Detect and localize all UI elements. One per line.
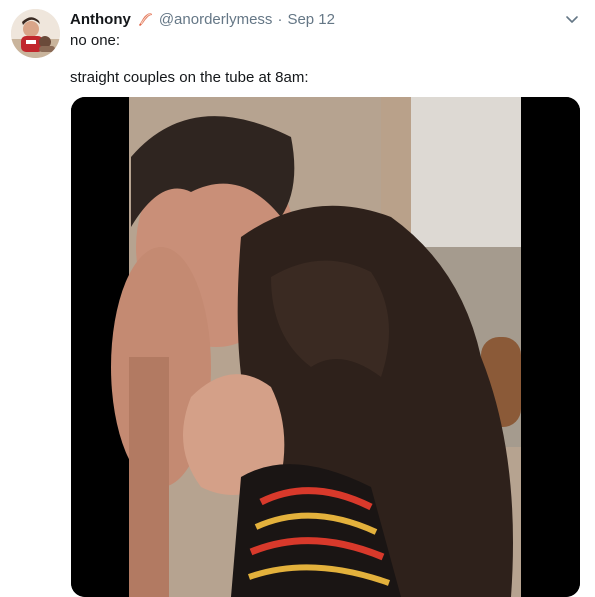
avatar[interactable] <box>11 9 60 58</box>
author-name[interactable]: Anthony <box>70 11 131 28</box>
separator-dot: · <box>277 10 283 28</box>
bacon-emoji-icon <box>136 10 154 28</box>
tweet-text-line-1: no one: <box>70 32 121 49</box>
author-handle[interactable]: @anorderlymess <box>159 11 273 28</box>
chevron-down-icon[interactable] <box>563 10 581 28</box>
tweet-card: Anthony @anorderlymess · Sep 12 no one: … <box>0 0 595 597</box>
video-frame[interactable] <box>71 97 580 597</box>
tweet-text-line-2: straight couples on the tube at 8am: <box>70 69 309 86</box>
tweet-date[interactable]: Sep 12 <box>287 11 335 28</box>
tweet-header: Anthony @anorderlymess · Sep 12 <box>70 9 335 29</box>
